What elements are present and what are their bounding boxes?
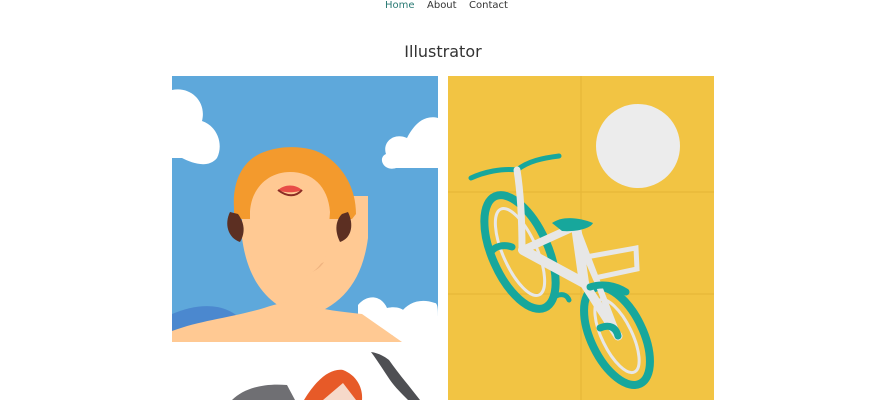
bicycle-illustration <box>448 76 714 400</box>
top-navigation: Home About Contact <box>0 0 880 14</box>
gallery-item-third[interactable] <box>172 352 438 400</box>
gallery-item-portrait[interactable] <box>172 76 438 342</box>
page-title: Illustrator <box>404 42 482 61</box>
portrait-illustration <box>172 76 438 342</box>
nav-home-link[interactable]: Home <box>385 0 415 13</box>
gallery-item-bicycle[interactable] <box>448 76 714 400</box>
partial-illustration <box>172 352 438 400</box>
nav-about-link[interactable]: About <box>427 0 457 13</box>
nav-contact-link[interactable]: Contact <box>469 0 508 13</box>
